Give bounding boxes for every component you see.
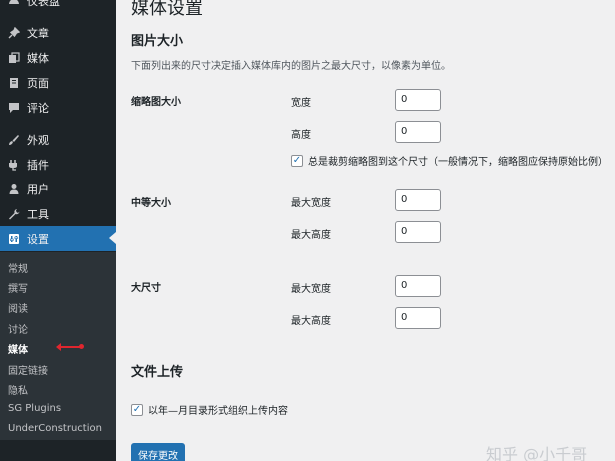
sidebar-item-appearance[interactable]: 外观 <box>0 127 116 152</box>
large-max-height-input[interactable]: 0 <box>395 307 441 329</box>
medium-size-label: 中等大小 <box>131 198 171 209</box>
wrench-icon <box>7 207 21 221</box>
sidebar-item-label: 工具 <box>27 207 49 221</box>
medium-max-height-input[interactable]: 0 <box>395 221 441 243</box>
sidebar-item-label: 评论 <box>27 101 49 115</box>
large-max-width-label: 最大宽度 <box>291 284 331 295</box>
thumbnail-width-input[interactable]: 0 <box>395 89 441 111</box>
image-sizes-description: 下面列出来的尺寸决定插入媒体库内的图片之最大尺寸，以像素为单位。 <box>131 61 451 72</box>
sidebar-item-settings[interactable]: 设置 <box>0 226 116 251</box>
submenu-item-discussion[interactable]: 讨论 <box>8 321 28 336</box>
dashboard-icon <box>7 0 21 8</box>
sidebar-item-label: 外观 <box>27 133 49 147</box>
large-max-width-input[interactable]: 0 <box>395 275 441 297</box>
page-icon <box>7 76 21 90</box>
thumbnail-width-label: 宽度 <box>291 98 311 109</box>
sidebar-item-users[interactable]: 用户 <box>0 176 116 201</box>
submenu-item-underconstruction[interactable]: UnderConstruction <box>8 423 102 434</box>
thumbnail-height-input[interactable]: 0 <box>395 121 441 143</box>
plugin-icon <box>7 158 21 172</box>
thumbnail-crop-label: 总是裁剪缩略图到这个尺寸（一般情况下，缩略图应保持原始比例） <box>308 157 608 168</box>
annotation-arrow <box>56 343 84 351</box>
section-title-image-sizes: 图片大小 <box>131 34 184 49</box>
medium-max-height-label: 最大高度 <box>291 230 331 241</box>
pin-icon <box>7 26 21 40</box>
settings-icon <box>7 232 21 246</box>
sidebar-item-label: 页面 <box>27 76 49 90</box>
uploads-organize-option[interactable]: ✓ 以年—月目录形式组织上传内容 <box>131 402 288 417</box>
sidebar-item-posts[interactable]: 文章 <box>0 20 116 45</box>
thumbnail-crop-checkbox[interactable]: ✓ <box>291 154 303 167</box>
user-icon <box>7 182 21 196</box>
submenu-item-privacy[interactable]: 隐私 <box>8 382 28 397</box>
watermark: 知乎 @小千哥 <box>486 445 588 461</box>
submenu-item-writing[interactable]: 撰写 <box>8 280 28 295</box>
medium-max-width-input[interactable]: 0 <box>395 189 441 211</box>
sidebar-item-pages[interactable]: 页面 <box>0 70 116 95</box>
page-title: 媒体设置 <box>131 0 203 19</box>
submenu-item-general[interactable]: 常规 <box>8 260 28 275</box>
sidebar-item-label: 插件 <box>27 158 49 172</box>
thumbnail-size-label: 缩略图大小 <box>131 97 181 108</box>
uploads-organize-label: 以年—月目录形式组织上传内容 <box>148 406 288 417</box>
sidebar-item-dashboard[interactable]: 仪表盘 <box>0 0 116 13</box>
submenu-item-permalinks[interactable]: 固定链接 <box>8 362 48 377</box>
submenu-item-media[interactable]: 媒体 <box>8 341 28 356</box>
comment-icon <box>7 101 21 115</box>
uploads-organize-checkbox[interactable]: ✓ <box>131 403 143 416</box>
section-title-uploads: 文件上传 <box>131 365 184 380</box>
save-changes-button[interactable]: 保存更改 <box>131 443 185 461</box>
brush-icon <box>7 133 21 147</box>
sidebar-item-tools[interactable]: 工具 <box>0 201 116 226</box>
sidebar-item-plugins[interactable]: 插件 <box>0 152 116 177</box>
submenu-item-sg-plugins[interactable]: SG Plugins <box>8 403 61 414</box>
sidebar-item-label: 媒体 <box>27 51 49 65</box>
submenu-item-reading[interactable]: 阅读 <box>8 300 28 315</box>
thumbnail-crop-option[interactable]: ✓ 总是裁剪缩略图到这个尺寸（一般情况下，缩略图应保持原始比例） <box>291 153 608 168</box>
medium-max-width-label: 最大宽度 <box>291 198 331 209</box>
sidebar-item-label: 仪表盘 <box>27 0 60 8</box>
sidebar-item-label: 文章 <box>27 26 49 40</box>
media-icon <box>7 51 21 65</box>
sidebar-item-label: 用户 <box>27 182 49 196</box>
sidebar-item-comments[interactable]: 评论 <box>0 95 116 120</box>
sidebar-item-label: 设置 <box>27 232 49 246</box>
sidebar-item-media[interactable]: 媒体 <box>0 45 116 70</box>
admin-sidebar: 仪表盘 文章 媒体 页面 评论 外观 插件 用户 工具 设置 常规 撰写 阅读 … <box>0 0 116 461</box>
thumbnail-height-label: 高度 <box>291 130 311 141</box>
large-max-height-label: 最大高度 <box>291 316 331 327</box>
large-size-label: 大尺寸 <box>131 283 161 294</box>
